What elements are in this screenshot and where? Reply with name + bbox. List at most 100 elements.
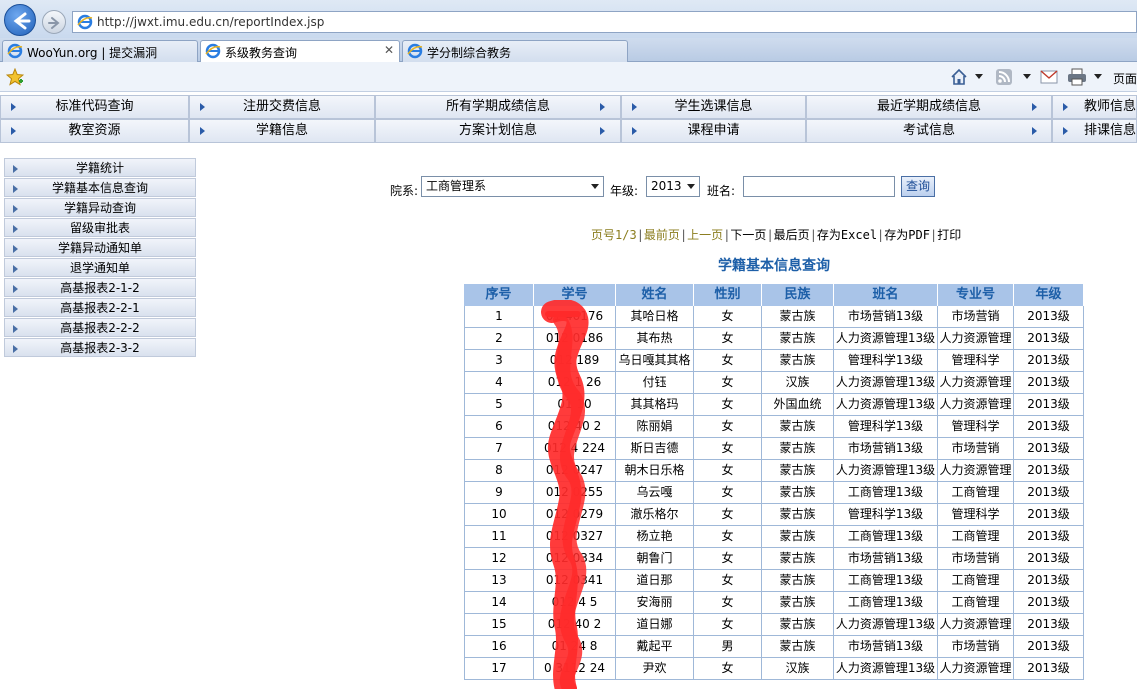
query-button[interactable]: 查询	[901, 176, 935, 197]
chevron-down-icon[interactable]	[975, 74, 983, 80]
cell-col-student-id: 012 0341	[534, 570, 616, 592]
header-col-major: 专业号	[938, 284, 1014, 306]
menu-all-grades[interactable]: 所有学期成绩信息	[375, 95, 621, 119]
cell-col-class: 市场营销13级	[834, 306, 938, 328]
menu-student-status[interactable]: 学籍信息	[189, 119, 375, 143]
first-page-link[interactable]: 最前页	[644, 226, 680, 243]
menu-label: 学籍信息	[255, 123, 308, 138]
cell-col-ethnicity: 蒙古族	[762, 482, 834, 504]
cell-col-major: 人力资源管理	[938, 460, 1014, 482]
cell-col-major: 工商管理	[938, 592, 1014, 614]
menu-classroom[interactable]: 教室资源	[0, 119, 189, 143]
cell-col-class: 工商管理13级	[834, 526, 938, 548]
cell-col-ethnicity: 蒙古族	[762, 636, 834, 658]
sidebar-item-retention[interactable]: 留级审批表	[4, 218, 196, 237]
cell-col-major: 市场营销	[938, 636, 1014, 658]
cell-col-major: 工商管理	[938, 570, 1014, 592]
cell-col-gender: 女	[694, 592, 762, 614]
menu-course-application[interactable]: 课程申请	[621, 119, 806, 143]
cell-col-ethnicity: 汉族	[762, 372, 834, 394]
tab-dept-query[interactable]: 系级教务查询 ✕	[200, 40, 400, 62]
menu-label: 教师信息	[1083, 99, 1136, 114]
next-page-link[interactable]: 下一页	[730, 226, 766, 243]
cell-col-name: 杨立艳	[616, 526, 694, 548]
sidebar-item-change-notice[interactable]: 学籍异动通知单	[4, 238, 196, 257]
save-pdf-link[interactable]: 存为PDF	[884, 226, 930, 243]
back-button[interactable]	[4, 4, 36, 36]
class-label: 班名:	[707, 184, 736, 198]
cell-col-ethnicity: 蒙古族	[762, 526, 834, 548]
cell-col-major: 人力资源管理	[938, 372, 1014, 394]
tab-wooyun[interactable]: WooYun.org | 提交漏洞	[2, 40, 198, 62]
arrow-right-icon	[13, 165, 18, 173]
sidebar-item-report-222[interactable]: 高基报表2-2-2	[4, 318, 196, 337]
rss-feed-icon[interactable]	[995, 68, 1013, 86]
save-excel-link[interactable]: 存为Excel	[817, 226, 877, 243]
sidebar-item-report-232[interactable]: 高基报表2-3-2	[4, 338, 196, 357]
page-menu[interactable]: 页面	[1113, 70, 1137, 87]
class-name-input[interactable]	[743, 176, 895, 197]
sidebar-item-withdrawal[interactable]: 退学通知单	[4, 258, 196, 277]
arrow-right-icon	[600, 127, 605, 135]
sidebar-item-report-212[interactable]: 高基报表2-1-2	[4, 278, 196, 297]
cell-col-ethnicity: 蒙古族	[762, 614, 834, 636]
ie-icon	[7, 43, 23, 59]
tab-label: 学分制综合教务	[427, 46, 512, 60]
cell-col-name: 安海丽	[616, 592, 694, 614]
grade-select[interactable]: 2013	[646, 176, 700, 197]
menu-registration-fees[interactable]: 注册交费信息	[189, 95, 375, 119]
close-tab-icon[interactable]: ✕	[384, 43, 394, 57]
print-icon[interactable]	[1067, 68, 1087, 86]
cell-col-seq: 14	[464, 592, 534, 614]
cell-col-seq: 5	[464, 394, 534, 416]
menu-course-selection[interactable]: 学生选课信息	[621, 95, 806, 119]
arrow-right-icon	[11, 103, 16, 111]
cell-col-gender: 女	[694, 658, 762, 680]
menu-label: 学生选课信息	[674, 99, 753, 114]
sidebar-item-report-221[interactable]: 高基报表2-2-1	[4, 298, 196, 317]
header-col-gender: 性别	[694, 284, 762, 306]
menu-program-plan[interactable]: 方案计划信息	[375, 119, 621, 143]
cell-col-seq: 9	[464, 482, 534, 504]
sidebar-item-label: 高基报表2-1-2	[60, 281, 140, 295]
mail-icon[interactable]	[1040, 69, 1058, 85]
dept-select[interactable]: 工商管理系	[421, 176, 604, 197]
sidebar-item-basic-info[interactable]: 学籍基本信息查询	[4, 178, 196, 197]
url-input[interactable]: http://jwxt.imu.edu.cn/reportIndex.jsp	[72, 11, 1137, 33]
menu-teacher-info[interactable]: 教师信息	[1052, 95, 1137, 119]
menu-scheduling[interactable]: 排课信息	[1052, 119, 1137, 143]
tab-credit-system[interactable]: 学分制综合教务	[402, 40, 628, 62]
cell-col-ethnicity: 蒙古族	[762, 570, 834, 592]
prev-page-link[interactable]: 上一页	[687, 226, 723, 243]
back-arrow-icon	[13, 12, 31, 30]
print-link[interactable]: 打印	[937, 226, 961, 243]
forward-button[interactable]	[42, 10, 66, 34]
menu-standard-codes[interactable]: 标准代码查询	[0, 95, 189, 119]
cell-col-ethnicity: 蒙古族	[762, 460, 834, 482]
menu-recent-grades[interactable]: 最近学期成绩信息	[806, 95, 1052, 119]
arrow-right-icon	[13, 265, 18, 273]
cell-col-name: 道日娜	[616, 614, 694, 636]
sidebar-item-stats[interactable]: 学籍统计	[4, 158, 196, 177]
cell-col-student-id: 012 4 224	[534, 438, 616, 460]
arrow-right-icon	[13, 345, 18, 353]
home-icon[interactable]	[950, 68, 968, 86]
pager-separator: |	[723, 228, 731, 242]
arrow-right-icon	[632, 103, 637, 111]
table-row: 8 012 0247 朝木日乐格女蒙古族 人力资源管理13级 人力资源管理 2013级	[464, 460, 1084, 482]
arrow-right-icon	[1032, 127, 1037, 135]
sidebar-item-label: 学籍统计	[75, 161, 124, 175]
cell-col-class: 管理科学13级	[834, 416, 938, 438]
cell-col-name: 其布热	[616, 328, 694, 350]
menu-exam-info[interactable]: 考试信息	[806, 119, 1052, 143]
chevron-down-icon[interactable]	[1094, 74, 1102, 80]
sidebar-item-changes[interactable]: 学籍异动查询	[4, 198, 196, 217]
cell-col-seq: 6	[464, 416, 534, 438]
arrow-right-icon	[1063, 127, 1068, 135]
last-page-link[interactable]: 最后页	[774, 226, 810, 243]
favorites-star-icon[interactable]	[6, 68, 24, 86]
chevron-down-icon[interactable]	[1023, 74, 1031, 80]
cell-col-gender: 女	[694, 570, 762, 592]
pager-separator: |	[809, 228, 817, 242]
cell-col-class: 人力资源管理13级	[834, 394, 938, 416]
